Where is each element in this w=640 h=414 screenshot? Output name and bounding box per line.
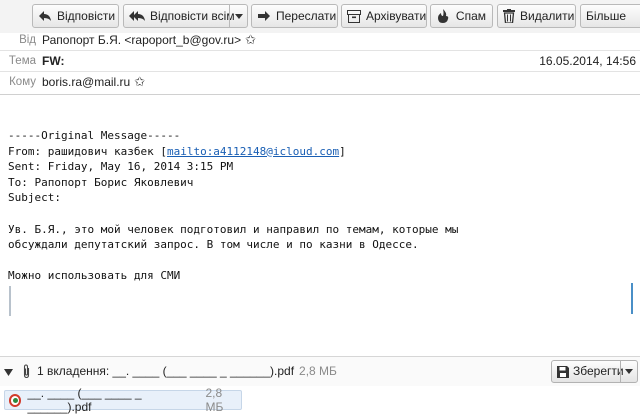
quoted-subject-line: Subject: xyxy=(8,191,61,205)
reply-all-label: Відповісти всім xyxy=(150,9,235,23)
star-icon[interactable]: ✩ xyxy=(245,30,256,50)
forward-icon xyxy=(257,8,271,24)
from-label: Від xyxy=(19,34,36,46)
archive-label: Архівувати xyxy=(366,9,427,23)
forward-button[interactable]: Переслати xyxy=(251,4,338,28)
subject-row: Тема FW: 16.05.2014, 14:56 xyxy=(0,51,640,71)
reply-label: Відповісти xyxy=(57,9,116,23)
chevron-down-icon[interactable] xyxy=(620,361,637,382)
archive-button[interactable]: Архівувати xyxy=(341,4,427,28)
quoted-sent-line: Sent: Friday, May 16, 2014 3:15 PM xyxy=(8,160,234,174)
attachment-summary-text: 1 вкладення: __. ____ (___ ____ _ ______… xyxy=(37,364,295,378)
quoted-to-line: To: Рапопорт Борис Яковлевич xyxy=(8,175,194,189)
save-attachments-button[interactable]: Зберегти xyxy=(551,360,638,383)
paragraph-line: Можно использовать для СМИ xyxy=(8,269,181,283)
reply-button[interactable]: Відповісти xyxy=(32,4,119,28)
spam-flame-icon xyxy=(436,8,451,24)
subject-value: FW: xyxy=(42,54,65,68)
from-field[interactable]: Рапопорт Б.Я. <rapoport_b@gov.ru> ✩ xyxy=(42,30,256,50)
reply-icon xyxy=(38,8,52,24)
subject-label: Тема xyxy=(8,55,36,67)
more-button[interactable]: Більше xyxy=(580,4,640,28)
delete-label: Видалити xyxy=(520,9,575,23)
quoted-from-bracket: ] xyxy=(339,144,346,158)
recipient-address[interactable]: boris.ra@mail.ru xyxy=(42,72,130,92)
save-icon xyxy=(557,365,569,378)
paragraph-line: обсуждали депутатский запрос. В том числ… xyxy=(8,238,419,252)
attachment-summary-size: 2,8 МБ xyxy=(299,364,337,378)
message-toolbar: Відповісти Відповісти всім Переслати Арх… xyxy=(0,0,640,33)
paragraph-line: Ув. Б.Я., это мой человек подготовил и н… xyxy=(8,222,459,236)
to-label: Кому xyxy=(9,76,36,88)
forward-label: Переслати xyxy=(276,9,337,23)
quoted-from-text: From: рашидович казбек [ xyxy=(8,144,167,158)
scroll-marker[interactable] xyxy=(631,283,633,314)
attachment-bar: 1 вкладення: __. ____ (___ ____ _ ______… xyxy=(0,356,640,386)
reply-all-button[interactable]: Відповісти всім xyxy=(123,4,248,28)
chevron-down-icon[interactable] xyxy=(229,5,247,27)
pdf-file-icon xyxy=(9,393,22,407)
to-row: Кому boris.ra@mail.ru ✩ xyxy=(0,72,640,92)
attachment-item[interactable]: __. ____ (___ ____ _ ______).pdf 2,8 МБ xyxy=(4,386,242,414)
paperclip-icon xyxy=(22,364,31,379)
quote-bar xyxy=(9,286,11,316)
trash-icon xyxy=(503,8,515,24)
to-field[interactable]: boris.ra@mail.ru ✩ xyxy=(42,72,145,92)
message-date: 16.05.2014, 14:56 xyxy=(539,54,636,68)
from-row: Від Рапопорт Б.Я. <rapoport_b@gov.ru> ✩ xyxy=(0,30,640,50)
original-message-marker: -----Original Message----- xyxy=(8,129,181,142)
delete-button[interactable]: Видалити xyxy=(497,4,576,28)
save-label: Зберегти xyxy=(573,364,624,378)
reply-all-icon xyxy=(129,8,145,24)
star-icon[interactable]: ✩ xyxy=(134,72,145,92)
spam-button[interactable]: Спам xyxy=(430,4,493,28)
sender-address[interactable]: Рапопорт Б.Я. <rapoport_b@gov.ru> xyxy=(42,30,241,50)
chevron-down-icon[interactable] xyxy=(4,365,13,379)
attachment-filename: __. ____ (___ ____ _ ______).pdf xyxy=(27,386,142,414)
more-label: Більше xyxy=(586,9,627,23)
quoted-from-line: From: рашидович казбек [mailto:a4112148@… xyxy=(8,144,628,160)
mailto-link[interactable]: mailto:a4112148@icloud.com xyxy=(167,145,339,158)
archive-icon xyxy=(347,8,361,24)
header-bottom-border xyxy=(0,94,640,95)
attachment-size: 2,8 МБ xyxy=(205,386,224,414)
message-body: -----Original Message----- From: рашидов… xyxy=(8,128,628,284)
spam-label: Спам xyxy=(455,9,486,23)
attachment-summary[interactable]: 1 вкладення: __. ____ (___ ____ _ ______… xyxy=(22,357,337,386)
